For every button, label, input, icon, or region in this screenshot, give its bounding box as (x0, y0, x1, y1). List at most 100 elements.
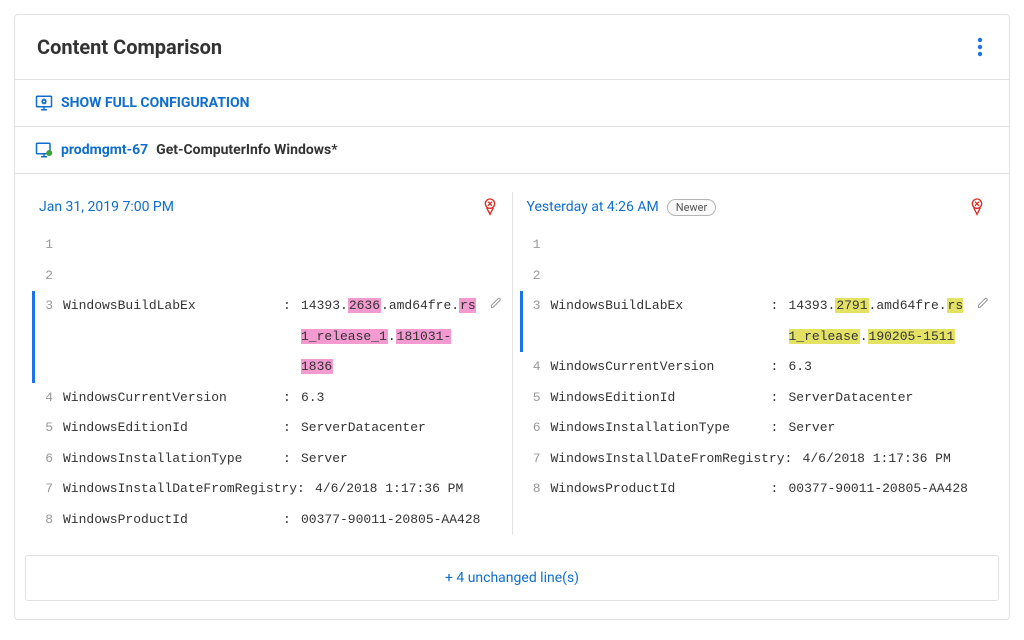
edit-line-button[interactable] (969, 291, 989, 309)
line-content: WindowsInstallDateFromRegistry: 4/6/2018… (551, 444, 970, 475)
host-icon (35, 141, 53, 159)
code-line: 3WindowsBuildLabEx: 14393.2636.amd64fre.… (32, 291, 502, 383)
show-full-configuration-label: SHOW FULL CONFIGURATION (61, 95, 250, 111)
left-snapshot-date[interactable]: Jan 31, 2019 7:00 PM (39, 199, 174, 215)
right-snapshot-date[interactable]: Yesterday at 4:26 AM Newer (527, 199, 717, 216)
line-content: WindowsEditionId: ServerDatacenter (63, 413, 482, 444)
prop-key: WindowsInstallDateFromRegistry (551, 444, 785, 475)
prop-sep: : (283, 383, 301, 414)
line-number: 8 (35, 505, 63, 536)
code-line: 6WindowsInstallationType: Server (35, 444, 502, 475)
line-content: WindowsInstallationType: Server (63, 444, 482, 475)
prop-key: WindowsProductId (551, 474, 771, 505)
host-name-link[interactable]: prodmgmt-67 (61, 142, 148, 158)
prop-value: ServerDatacenter (789, 383, 970, 414)
line-number: 7 (35, 474, 63, 505)
line-number: 4 (523, 352, 551, 383)
expand-unchanged-button[interactable]: + 4 unchanged line(s) (25, 555, 999, 601)
code-line: 1 (35, 230, 502, 261)
line-content: WindowsBuildLabEx: 14393.2636.amd64fre.r… (63, 291, 482, 383)
compare-area: Jan 31, 2019 7:00 PM 123WindowsBuildLabE… (15, 174, 1009, 545)
code-line: 5WindowsEditionId: ServerDatacenter (35, 413, 502, 444)
remove-badge-icon (482, 198, 498, 216)
prop-sep: : (771, 474, 789, 505)
prop-sep: : (771, 383, 789, 414)
line-number: 6 (35, 444, 63, 475)
prop-key: WindowsCurrentVersion (551, 352, 771, 383)
prop-value: 14393.2636.amd64fre.rs1_release_1.181031… (301, 291, 482, 383)
prop-key: WindowsBuildLabEx (551, 291, 771, 352)
right-snapshot-date-label: Yesterday at 4:26 AM (527, 199, 659, 215)
page-title: Content Comparison (37, 35, 222, 59)
prop-value: Server (789, 413, 970, 444)
kebab-menu-icon (977, 37, 983, 57)
prop-sep: : (297, 474, 315, 505)
code-line: 7WindowsInstallDateFromRegistry: 4/6/201… (35, 474, 502, 505)
content-comparison-card: Content Comparison SHOW FULL CONFIGURATI… (14, 14, 1010, 620)
line-number: 2 (523, 261, 551, 292)
prop-key: WindowsInstallationType (63, 444, 283, 475)
prop-value: 6.3 (789, 352, 970, 383)
code-line: 6WindowsInstallationType: Server (523, 413, 990, 444)
line-content: WindowsProductId: 00377-90011-20805-AA42… (551, 474, 970, 505)
edit-icon (977, 297, 989, 309)
prop-value: 00377-90011-20805-AA428 (789, 474, 970, 505)
code-line: 1 (523, 230, 990, 261)
prop-value: 6.3 (301, 383, 482, 414)
line-number: 6 (523, 413, 551, 444)
edit-line-button[interactable] (482, 291, 502, 309)
left-pane: Jan 31, 2019 7:00 PM 123WindowsBuildLabE… (25, 192, 512, 535)
line-content: WindowsInstallDateFromRegistry: 4/6/2018… (63, 474, 482, 505)
line-content: WindowsCurrentVersion: 6.3 (63, 383, 482, 414)
prop-key: WindowsEditionId (551, 383, 771, 414)
kebab-menu-button[interactable] (973, 33, 987, 61)
card-header: Content Comparison (15, 15, 1009, 80)
line-content: WindowsProductId: 00377-90011-20805-AA42… (63, 505, 482, 536)
right-remove-button[interactable] (969, 198, 985, 216)
line-number: 3 (523, 291, 551, 322)
line-number: 8 (523, 474, 551, 505)
code-line: 4WindowsCurrentVersion: 6.3 (523, 352, 990, 383)
prop-key: WindowsProductId (63, 505, 283, 536)
left-code-block: 123WindowsBuildLabEx: 14393.2636.amd64fr… (35, 230, 502, 535)
prop-value: 00377-90011-20805-AA428 (301, 505, 482, 536)
line-content: WindowsCurrentVersion: 6.3 (551, 352, 970, 383)
prop-key: WindowsBuildLabEx (63, 291, 283, 383)
right-pane-header: Yesterday at 4:26 AM Newer (523, 192, 990, 230)
prop-sep: : (283, 505, 301, 536)
prop-value: 4/6/2018 1:17:36 PM (803, 444, 969, 475)
code-line: 7WindowsInstallDateFromRegistry: 4/6/201… (523, 444, 990, 475)
line-number: 7 (523, 444, 551, 475)
line-number: 4 (35, 383, 63, 414)
prop-key: WindowsEditionId (63, 413, 283, 444)
prop-sep: : (771, 291, 789, 352)
monitor-gear-icon (35, 94, 53, 112)
prop-key: WindowsInstallationType (551, 413, 771, 444)
line-content: WindowsEditionId: ServerDatacenter (551, 383, 970, 414)
code-line: 5WindowsEditionId: ServerDatacenter (523, 383, 990, 414)
code-line: 4WindowsCurrentVersion: 6.3 (35, 383, 502, 414)
left-remove-button[interactable] (482, 198, 498, 216)
prop-value: Server (301, 444, 482, 475)
right-code-block: 123WindowsBuildLabEx: 14393.2791.amd64fr… (523, 230, 990, 505)
line-number: 1 (35, 230, 63, 261)
left-pane-header: Jan 31, 2019 7:00 PM (35, 192, 502, 230)
code-line: 8WindowsProductId: 00377-90011-20805-AA4… (35, 505, 502, 536)
line-content: WindowsInstallationType: Server (551, 413, 970, 444)
code-line: 2 (523, 261, 990, 292)
prop-key: WindowsCurrentVersion (63, 383, 283, 414)
remove-badge-icon (969, 198, 985, 216)
prop-sep: : (771, 352, 789, 383)
prop-value: ServerDatacenter (301, 413, 482, 444)
show-full-configuration-link[interactable]: SHOW FULL CONFIGURATION (15, 80, 1009, 127)
line-number: 1 (523, 230, 551, 261)
code-line: 8WindowsProductId: 00377-90011-20805-AA4… (523, 474, 990, 505)
code-line: 2 (35, 261, 502, 292)
prop-sep: : (283, 444, 301, 475)
line-number: 5 (523, 383, 551, 414)
newer-badge: Newer (667, 199, 717, 216)
code-line: 3WindowsBuildLabEx: 14393.2791.amd64fre.… (520, 291, 990, 352)
line-content: WindowsBuildLabEx: 14393.2791.amd64fre.r… (551, 291, 970, 352)
prop-sep: : (785, 444, 803, 475)
host-task-label: Get-ComputerInfo Windows* (156, 142, 337, 158)
